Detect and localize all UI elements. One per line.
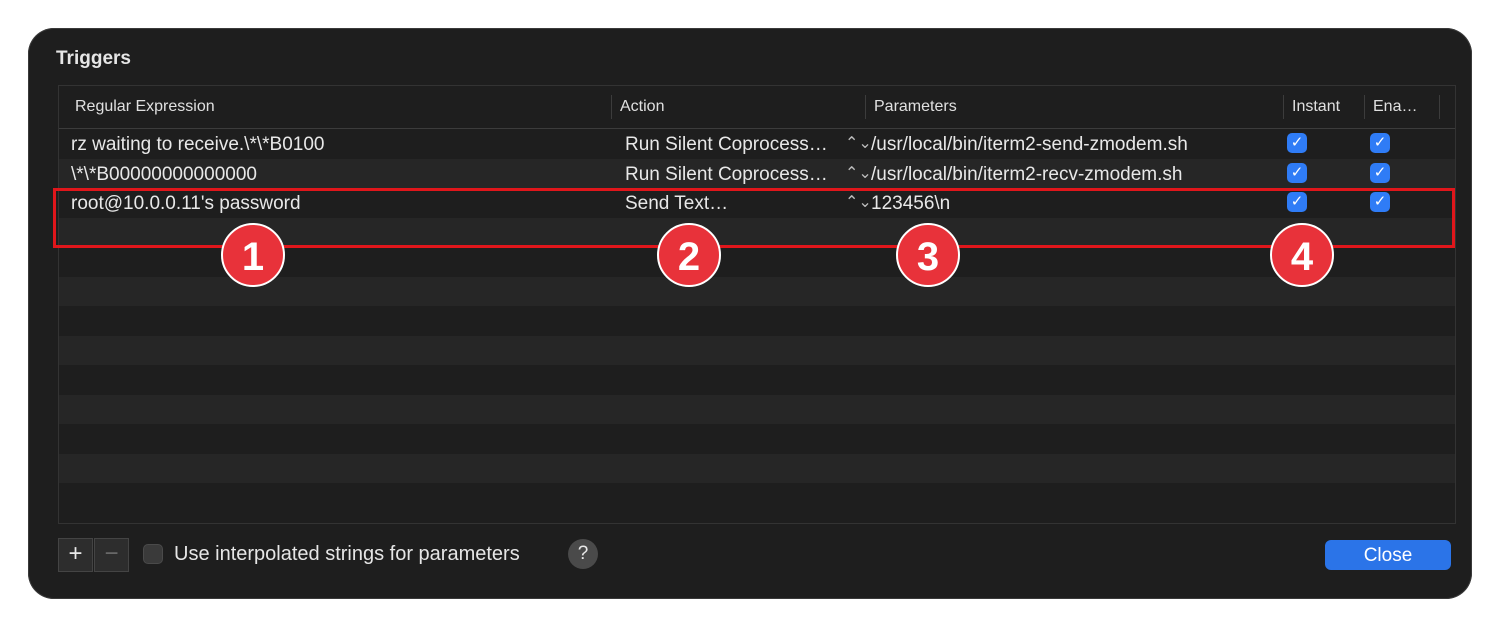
empty-row bbox=[59, 424, 1455, 454]
enabled-checkbox[interactable]: ✓ bbox=[1370, 162, 1390, 183]
popup-stepper-icon[interactable]: ⌃⌄ bbox=[845, 163, 872, 183]
parameters-cell[interactable]: /usr/local/bin/iterm2-recv-zmodem.sh bbox=[871, 164, 1182, 186]
annotation-badge-4: 4 bbox=[1270, 223, 1334, 287]
triggers-window: Triggers Regular Expression Action Param… bbox=[28, 28, 1472, 599]
table-row[interactable]: rz waiting to receive.\*\*B0100 Run Sile… bbox=[59, 129, 1455, 159]
parameters-cell[interactable]: /usr/local/bin/iterm2-send-zmodem.sh bbox=[871, 134, 1188, 156]
action-popup[interactable]: Run Silent Coprocess… bbox=[625, 164, 828, 186]
action-popup[interactable]: Run Silent Coprocess… bbox=[625, 134, 828, 156]
column-separator[interactable] bbox=[865, 95, 866, 119]
empty-row bbox=[59, 453, 1455, 483]
empty-row bbox=[59, 335, 1455, 365]
column-header-action[interactable]: Action bbox=[620, 98, 664, 116]
annotation-badge-3: 3 bbox=[896, 223, 960, 287]
table-row[interactable]: \*\*B00000000000000 Run Silent Coprocess… bbox=[59, 158, 1455, 188]
help-icon[interactable]: ? bbox=[568, 539, 598, 569]
remove-trigger-button[interactable]: − bbox=[94, 538, 129, 572]
empty-row bbox=[59, 365, 1455, 395]
table-header: Regular Expression Action Parameters Ins… bbox=[59, 86, 1455, 129]
add-trigger-button[interactable]: + bbox=[58, 538, 93, 572]
interpolated-strings-label[interactable]: Use interpolated strings for parameters bbox=[174, 543, 520, 566]
column-separator[interactable] bbox=[1364, 95, 1365, 119]
window-title: Triggers bbox=[56, 48, 131, 69]
interpolated-strings-checkbox[interactable] bbox=[143, 544, 163, 564]
column-header-parameters[interactable]: Parameters bbox=[874, 98, 957, 116]
column-separator[interactable] bbox=[1439, 95, 1440, 119]
column-header-instant[interactable]: Instant bbox=[1292, 98, 1340, 116]
regex-cell[interactable]: rz waiting to receive.\*\*B0100 bbox=[71, 134, 324, 156]
column-header-regex[interactable]: Regular Expression bbox=[75, 98, 215, 116]
popup-stepper-icon[interactable]: ⌃⌄ bbox=[845, 133, 872, 153]
close-button[interactable]: Close bbox=[1325, 540, 1451, 570]
empty-row bbox=[59, 394, 1455, 424]
annotation-badge-1: 1 bbox=[221, 223, 285, 287]
enabled-checkbox[interactable]: ✓ bbox=[1370, 133, 1390, 153]
empty-row bbox=[59, 483, 1455, 513]
empty-row bbox=[59, 306, 1455, 336]
annotation-badge-2: 2 bbox=[657, 223, 721, 287]
instant-checkbox[interactable]: ✓ bbox=[1287, 162, 1307, 183]
column-separator[interactable] bbox=[1283, 95, 1284, 119]
instant-checkbox[interactable]: ✓ bbox=[1287, 133, 1307, 153]
triggers-table: Regular Expression Action Parameters Ins… bbox=[58, 85, 1456, 524]
column-header-enabled[interactable]: Ena… bbox=[1373, 98, 1417, 116]
column-separator[interactable] bbox=[611, 95, 612, 119]
regex-cell[interactable]: \*\*B00000000000000 bbox=[71, 164, 257, 186]
